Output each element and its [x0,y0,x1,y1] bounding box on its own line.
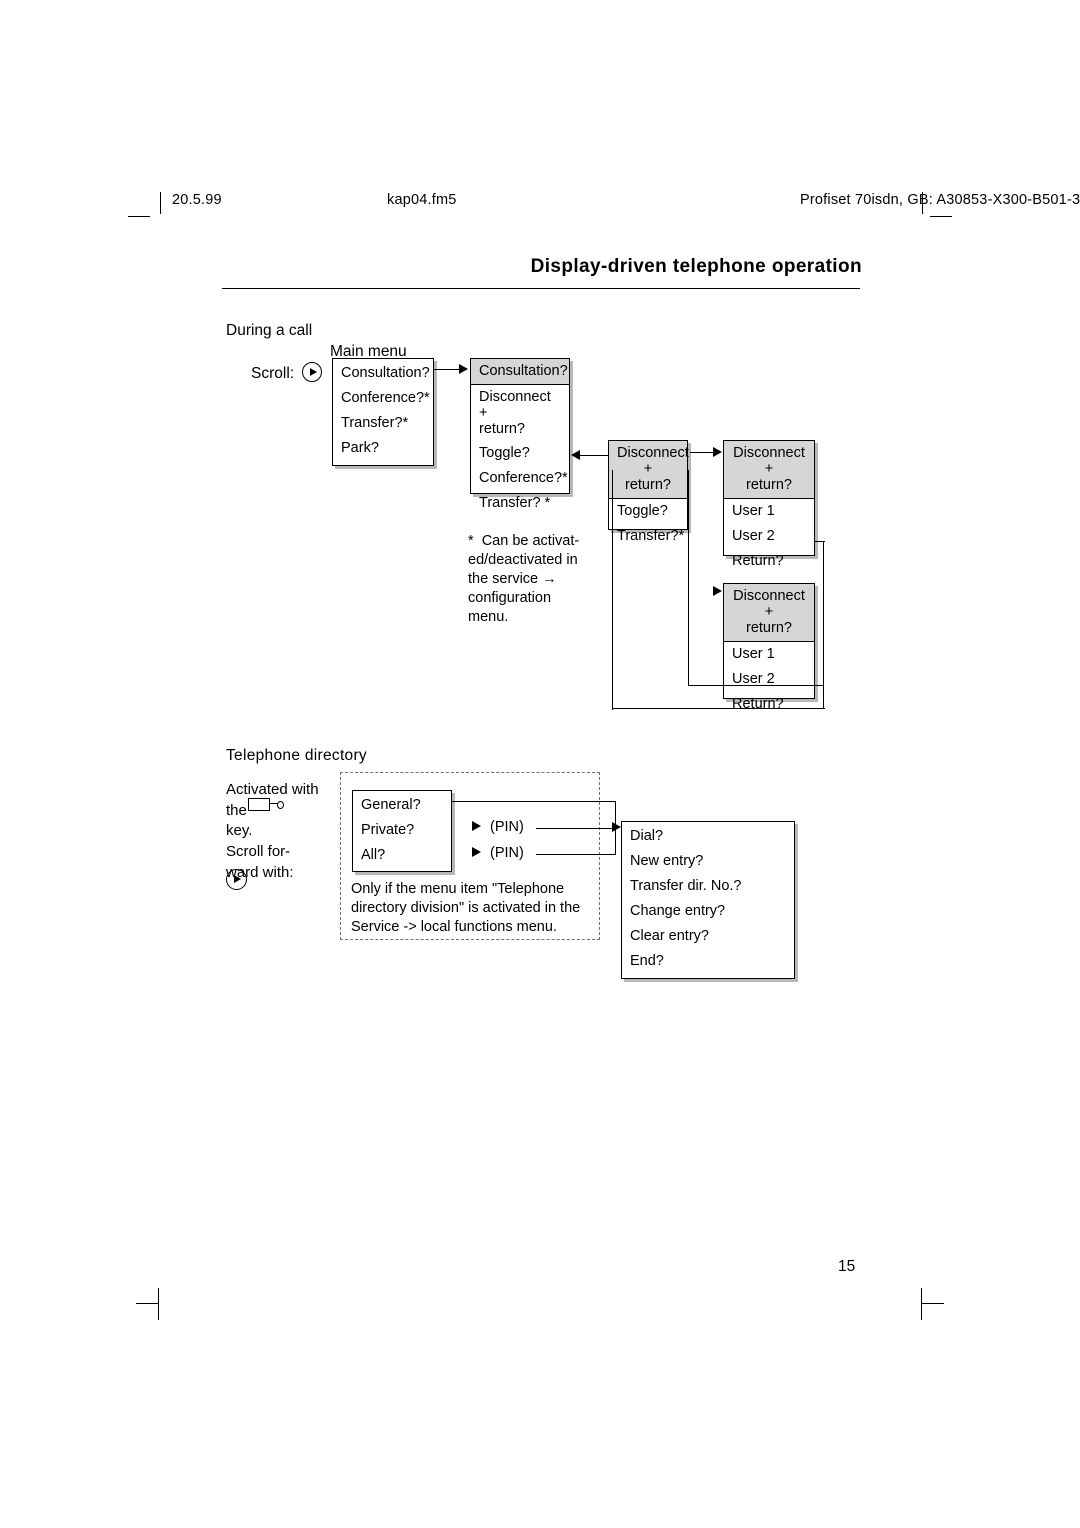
page-number: 15 [838,1258,856,1275]
directory-menu-item-1[interactable]: New entry? [622,849,794,874]
page-title: Display-driven telephone operation [530,256,862,277]
main-menu-item-3[interactable]: Park? [333,436,433,461]
return-path-right-1 [823,541,825,709]
crop-mark-bottom-right [922,1303,944,1304]
connector-pin1-horizontal [536,828,616,830]
connector-pin2-horizontal [536,854,616,856]
disconnect-menu-2-item-0[interactable]: User 1 [724,499,814,524]
return-path-inner-bottom [688,685,824,687]
arrow-head-main-to-consultation [459,364,468,374]
crop-mark-top-left [128,216,150,217]
header-document-id: Profiset 70isdn, GB: A30853-X300-B501-3-… [800,192,1080,208]
directory-division-menu-box[interactable]: General? Private? All? [352,790,452,872]
disconnect-menu-1-item-0[interactable]: Toggle? [609,499,687,524]
consultation-menu-item-3[interactable]: Transfer? * [471,491,569,516]
crop-mark-bottom-right-vert [921,1288,922,1320]
directory-division-item-1[interactable]: Private? [353,818,451,843]
disconnect-menu-1-box[interactable]: Disconnect + return? Toggle? Transfer?* [608,440,689,544]
directory-menu-item-3[interactable]: Change entry? [622,899,794,924]
running-header: 20.5.99 kap04.fm5 Profiset 70isdn, GB: A… [150,192,1080,214]
main-menu-item-0[interactable]: Consultation? [333,359,433,386]
header-filename: kap04.fm5 [387,192,457,208]
arrow-head-to-pin-2 [472,847,481,857]
directory-division-item-2[interactable]: All? [353,843,451,868]
crop-mark-bottom-left [136,1303,158,1304]
directory-menu-box[interactable]: Dial? New entry? Transfer dir. No.? Chan… [621,821,795,979]
directory-menu-item-4[interactable]: Clear entry? [622,924,794,949]
directory-menu-item-5[interactable]: End? [622,949,794,974]
during-call-footnote: * Can be activat- ed/deactivated in the … [468,533,580,625]
directory-scroll-key-icon [226,869,247,890]
arrow-head-disconnect1-to-disconnect2 [713,447,722,457]
arrow-line-disconnect1-to-disconnect2 [690,452,714,454]
consultation-menu-box[interactable]: Consultation? Disconnect + return? Toggl… [470,358,570,511]
return-path-inner-right [688,470,690,686]
disconnect-menu-3-box[interactable]: Disconnect + return? User 1 User 2 Retur… [723,583,815,712]
directory-menu-item-2[interactable]: Transfer dir. No.? [622,874,794,899]
disconnect-menu-2-item-1[interactable]: User 2 [724,524,814,549]
disconnect-menu-2-item-2[interactable]: Return? [724,549,814,574]
disconnect-menu-1-item-1[interactable]: Transfer?* [609,524,687,549]
phonebook-key-icon [248,798,284,811]
main-menu-item-2[interactable]: Transfer?* [333,411,433,436]
crop-mark-bottom-left-vert [158,1288,159,1320]
arrow-head-to-pin-1 [472,821,481,831]
pin-label-2: (PIN) [490,845,524,861]
disconnect-menu-3-item-2[interactable]: Return? [724,692,814,717]
arrow-head-to-directory-menu [612,822,621,832]
arrow-head-disconnect1-to-consultation [571,450,580,460]
scroll-label: Scroll: [251,365,295,382]
disconnect-menu-1-header: Disconnect + return? [609,441,689,499]
pin-label-1: (PIN) [490,819,524,835]
crop-mark-top-right [930,216,952,217]
title-divider [222,288,860,289]
consultation-menu-item-0[interactable]: Disconnect + return? [471,385,569,441]
header-date: 20.5.99 [172,192,222,208]
return-path-left-1 [612,470,614,710]
arrow-line-disconnect1-to-consultation [578,455,608,457]
directory-division-note: Only if the menu item "Telephone directo… [351,881,581,935]
consultation-menu-header: Consultation? [471,359,569,385]
main-menu-item-1[interactable]: Conference?* [333,386,433,411]
section-label-during-call: During a call [226,322,313,339]
consultation-menu-item-1[interactable]: Toggle? [471,441,569,466]
section-label-telephone-directory: Telephone directory [226,747,367,764]
arrow-head-to-disconnect3 [713,586,722,596]
scroll-key-icon [302,362,322,382]
connector-general-horizontal [452,801,616,803]
return-path-top-1 [815,541,825,543]
return-path-bottom-1 [612,708,825,710]
main-menu-box[interactable]: Consultation? Conference?* Transfer?* Pa… [332,358,434,466]
directory-menu-item-0[interactable]: Dial? [622,822,794,849]
disconnect-menu-3-item-0[interactable]: User 1 [724,642,814,667]
directory-division-item-0[interactable]: General? [353,791,451,818]
disconnect-menu-3-item-1[interactable]: User 2 [724,667,814,692]
consultation-menu-item-2[interactable]: Conference?* [471,466,569,491]
arrow-line-main-to-consultation [434,369,460,371]
disconnect-menu-2-box[interactable]: Disconnect + return? User 1 User 2 Retur… [723,440,815,569]
disconnect-menu-2-header: Disconnect + return? [724,441,814,499]
disconnect-menu-3-header: Disconnect + return? [724,584,814,642]
